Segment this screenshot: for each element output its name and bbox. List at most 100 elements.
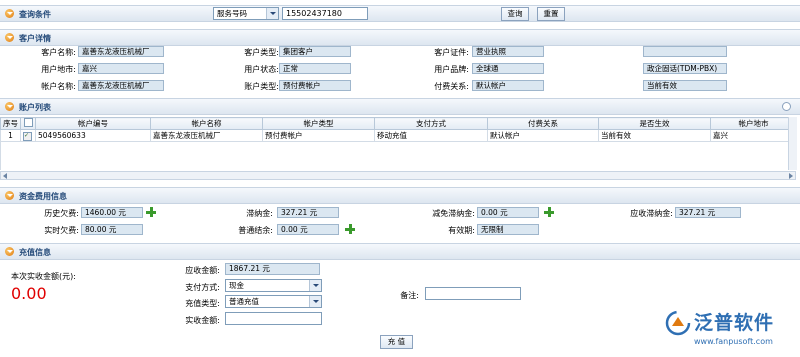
customer-type-label: 客户类型: (244, 48, 279, 57)
collapse-icon[interactable] (5, 9, 14, 18)
account-name-value: 嘉善东龙液压机械厂 (78, 80, 164, 91)
account-type-value: 预付费帐户 (279, 80, 351, 91)
collapse-up-icon[interactable] (782, 102, 791, 111)
collapse-icon[interactable] (5, 247, 14, 256)
late-fee-value: 327.21 元 (277, 207, 339, 218)
pay-relation-value: 默认帐户 (472, 80, 544, 91)
pay-method-select[interactable]: 现金 (225, 279, 322, 292)
realtime-arrears-label: 实时欠费: (44, 226, 79, 235)
recharge-title: 充值信息 (19, 248, 51, 257)
due-late-fee-label: 应收滞纳金: (630, 209, 673, 218)
horizontal-scrollbar[interactable] (0, 171, 796, 180)
user-brand-label: 用户品牌: (434, 65, 469, 74)
col-header: 支付方式 (374, 117, 488, 130)
account-id-cell: 5049560633 (35, 129, 151, 142)
valid-period-value: 无限制 (477, 224, 539, 235)
query-type-select[interactable]: 服务号码 (213, 7, 279, 20)
vertical-scrollbar[interactable] (788, 117, 797, 170)
realtime-arrears-value: 80.00 元 (81, 224, 143, 235)
col-header: 序号 (0, 117, 21, 130)
accounts-header: 账户列表 (0, 98, 800, 115)
chevron-down-icon (309, 280, 321, 291)
col-header: 帐户编号 (35, 117, 151, 130)
row-index: 1 (0, 129, 21, 142)
customer-name-label: 客户名称: (41, 48, 76, 57)
collapse-icon[interactable] (5, 33, 14, 42)
balance-value: 0.00 元 (277, 224, 339, 235)
brand-url: www.fanpusoft.com (694, 337, 773, 346)
table-row[interactable]: 1 ✓ 5049560633 嘉善东龙液压机械厂 预付费帐户 移动充值 默认帐户… (0, 129, 797, 142)
collapse-icon[interactable] (5, 191, 14, 200)
customer-type-value: 集团客户 (279, 46, 351, 57)
due-late-fee-value: 327.21 元 (675, 207, 741, 218)
effect-status-value: 当前有效 (643, 80, 727, 91)
customer-name-value: 嘉善东龙液压机械厂 (78, 46, 164, 57)
scroll-left-icon[interactable] (3, 173, 7, 179)
customer-cert-label: 客户证件: (434, 48, 469, 57)
actual-amount-input[interactable] (225, 312, 322, 325)
user-city-value: 嘉兴 (78, 63, 164, 74)
account-type-label: 账户类型: (244, 82, 279, 91)
brand-name: 泛普软件 (694, 312, 775, 334)
recharge-type-select[interactable]: 普通充值 (225, 295, 322, 308)
collapse-icon[interactable] (5, 102, 14, 111)
query-title: 查询条件 (19, 10, 51, 19)
col-header: 帐户名称 (150, 117, 263, 130)
pay-relation-label: 付费关系: (434, 82, 469, 91)
history-arrears-label: 历史欠费: (44, 209, 79, 218)
account-type-cell: 预付费帐户 (262, 129, 375, 142)
actual-amount-label: 实收金额: (185, 316, 220, 325)
query-input[interactable]: 15502437180 (282, 7, 368, 20)
recharge-amount-label: 本次实收金额(元): (11, 272, 76, 281)
query-button[interactable]: 查询 (501, 7, 529, 21)
query-header: 查询条件 (0, 5, 800, 22)
history-arrears-value: 1460.00 元 (81, 207, 143, 218)
customer-cert-value: 营业执照 (472, 46, 544, 57)
remark-label: 备注: (400, 291, 419, 300)
pay-method-cell: 移动充值 (374, 129, 488, 142)
customer-extra-value (643, 46, 727, 57)
due-amount-value: 1867.21 元 (225, 263, 320, 275)
col-header: 帐户类型 (262, 117, 375, 130)
fees-title: 资金费用信息 (19, 192, 67, 201)
account-city-cell: 嘉兴 (710, 129, 797, 142)
customer-title: 客户详情 (19, 34, 51, 43)
add-icon[interactable] (544, 207, 554, 217)
chevron-down-icon (309, 296, 321, 307)
add-icon[interactable] (345, 224, 355, 234)
recharge-amount-value: 0.00 (11, 284, 47, 303)
recharge-type-label: 充值类型: (185, 299, 220, 308)
account-name-label: 帐户名称: (41, 82, 76, 91)
chevron-down-icon (266, 8, 278, 19)
remark-input[interactable] (425, 287, 521, 300)
valid-period-label: 有效期: (448, 226, 475, 235)
fees-header: 资金费用信息 (0, 187, 800, 204)
due-amount-label: 应收金额: (185, 266, 220, 275)
pay-method-label: 支付方式: (185, 283, 220, 292)
reduce-late-fee-label: 减免滞纳金: (432, 209, 475, 218)
customer-header: 客户详情 (0, 29, 800, 46)
accounts-title: 账户列表 (19, 103, 51, 112)
reset-button[interactable]: 重置 (537, 7, 565, 21)
col-header: 帐户地市 (710, 117, 797, 130)
user-brand-value: 全球通 (472, 63, 544, 74)
brand-logo-icon (665, 310, 691, 336)
account-name-cell: 嘉善东龙液压机械厂 (150, 129, 263, 142)
recharge-header: 充值信息 (0, 243, 800, 260)
late-fee-label: 滞纳金: (246, 209, 273, 218)
reduce-late-fee-value: 0.00 元 (477, 207, 539, 218)
table-header-row: 序号 帐户编号 帐户名称 帐户类型 支付方式 付费关系 是否生效 帐户地市 (0, 117, 797, 130)
pay-relation-cell: 默认帐户 (487, 129, 599, 142)
row-checkbox[interactable]: ✓ (20, 129, 36, 142)
accounts-table-body (0, 142, 789, 170)
scroll-right-icon[interactable] (789, 173, 793, 179)
watermark: 泛普软件 www.fanpusoft.com (665, 307, 795, 353)
effective-cell: 当前有效 (598, 129, 711, 142)
col-header: 付费关系 (487, 117, 599, 130)
col-header: 是否生效 (598, 117, 711, 130)
add-icon[interactable] (146, 207, 156, 217)
select-all-checkbox[interactable] (20, 117, 36, 130)
recharge-button[interactable]: 充 值 (380, 335, 413, 349)
user-status-value: 正常 (279, 63, 351, 74)
package-value: 政企固话(TDM-PBX) (643, 63, 727, 74)
